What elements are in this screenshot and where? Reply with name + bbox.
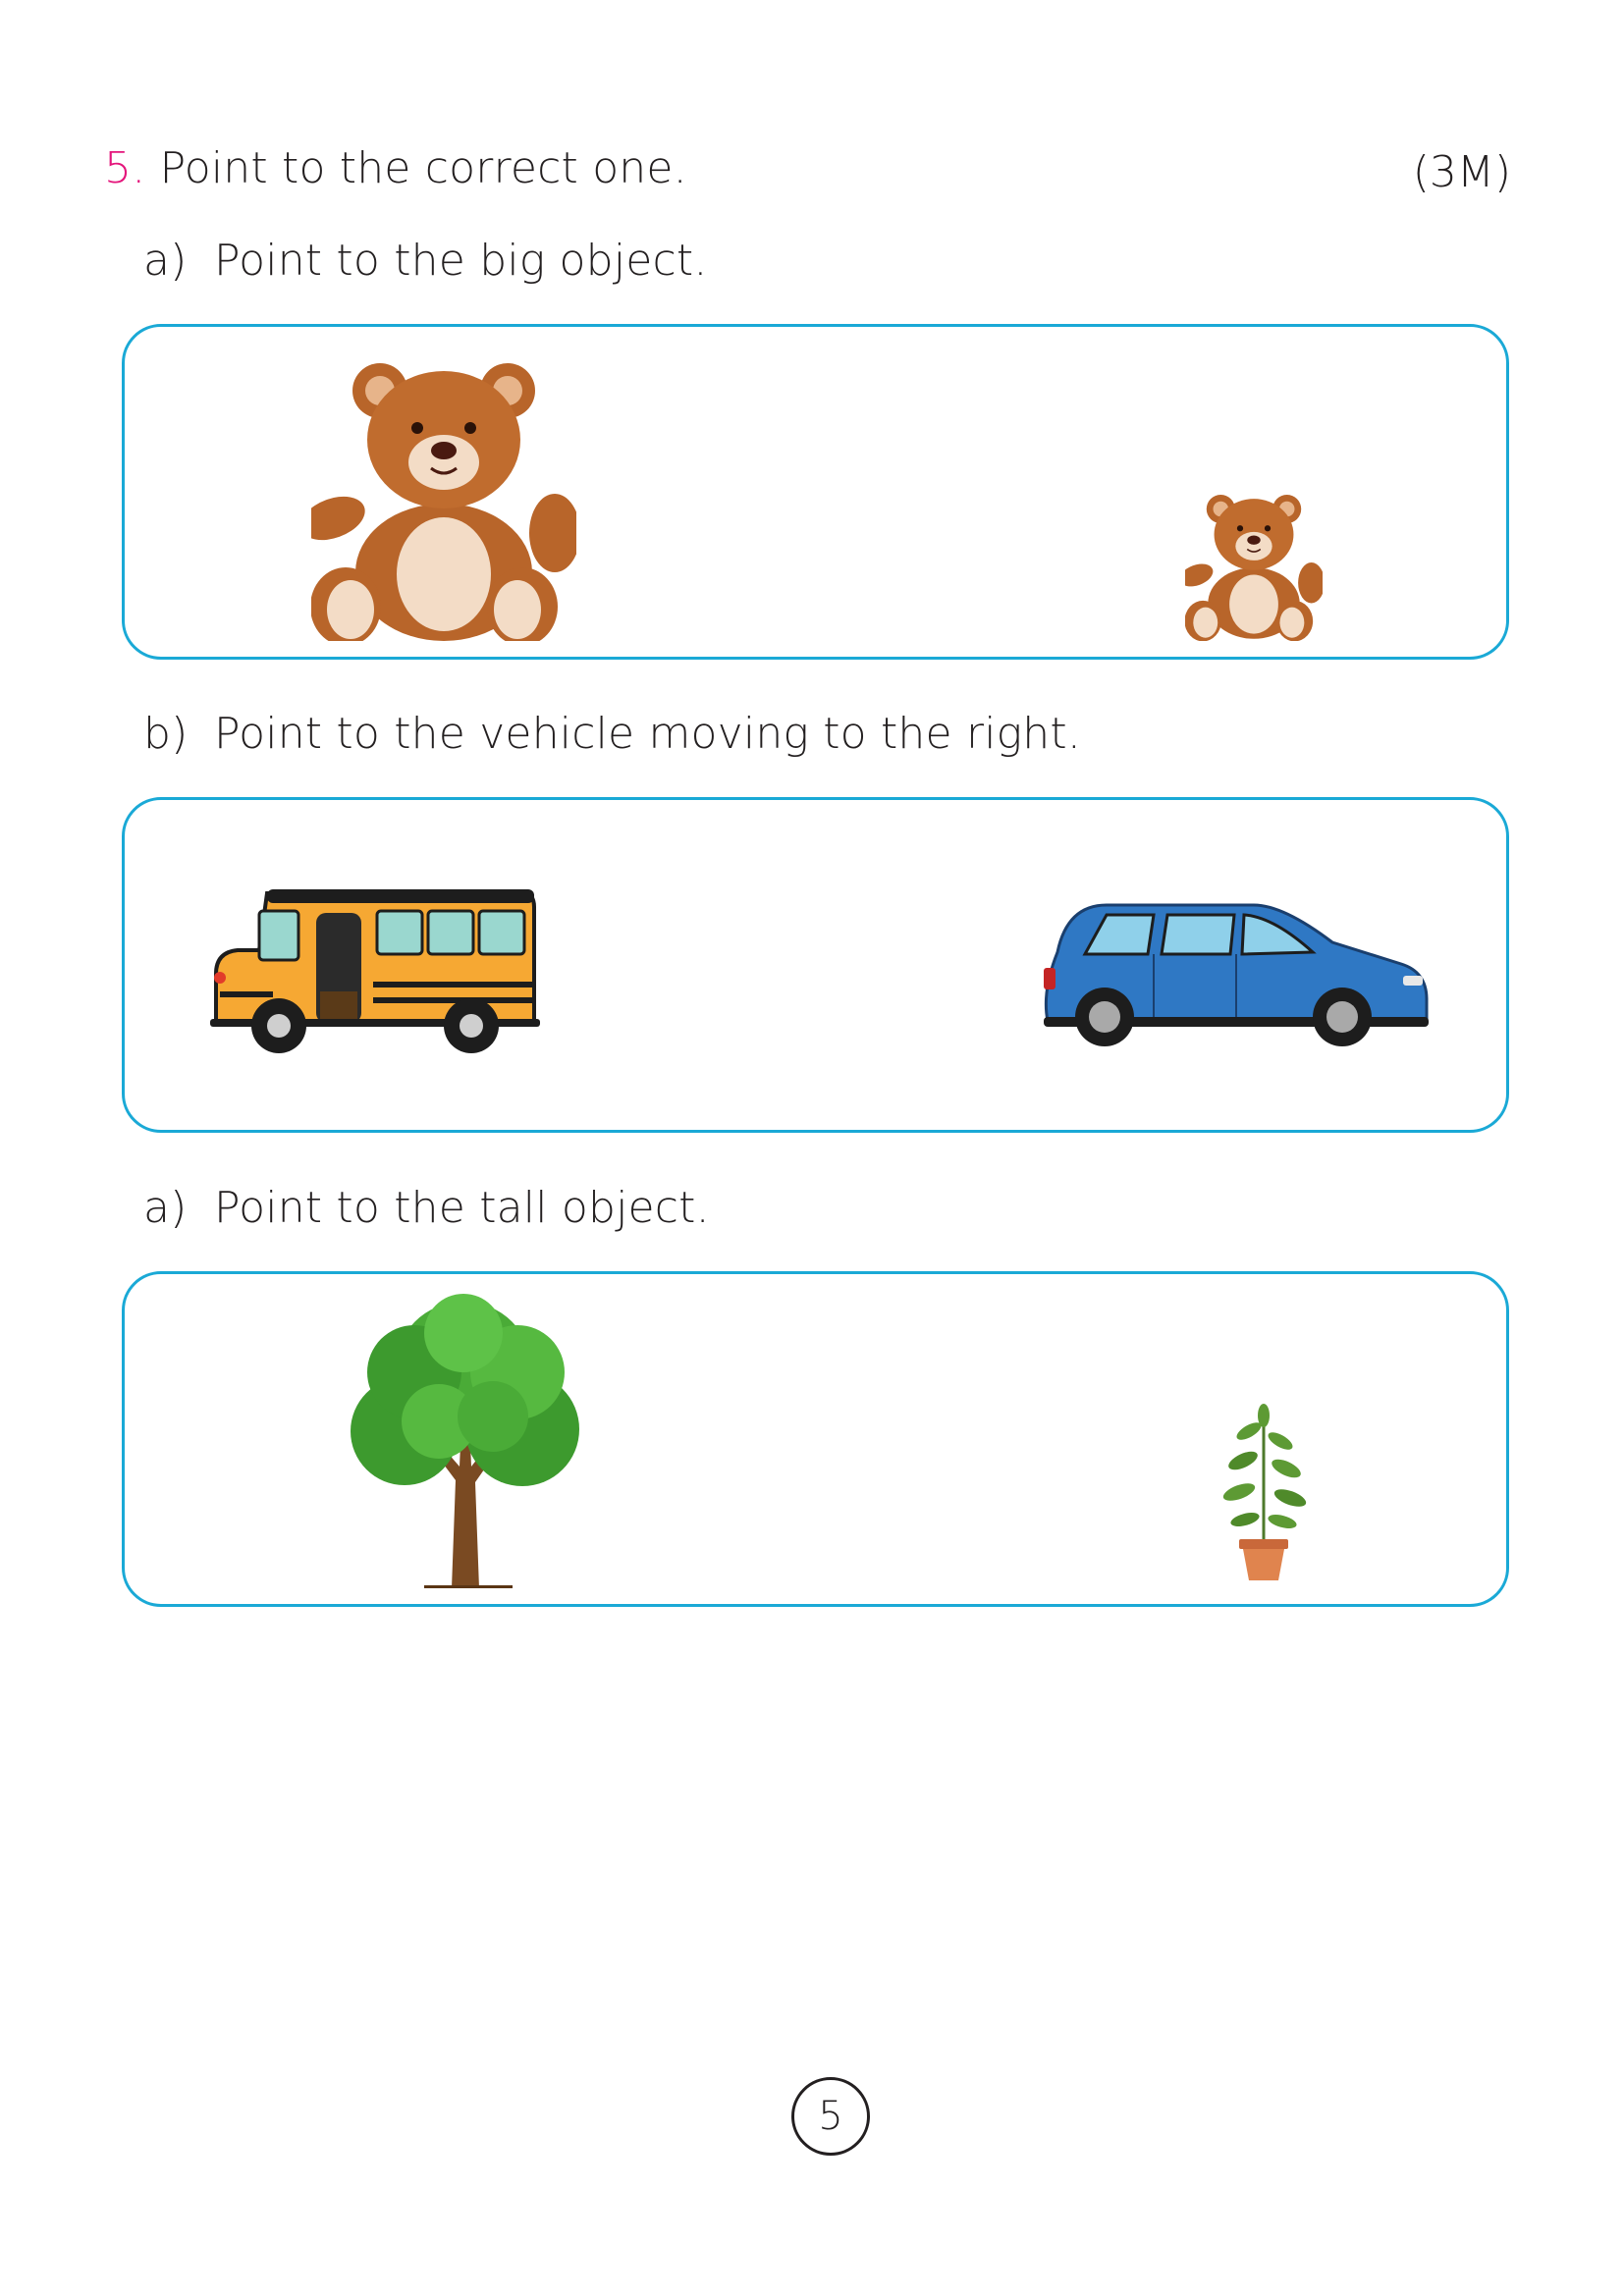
answer-box-direction xyxy=(122,797,1509,1133)
big-teddy-bear-option[interactable] xyxy=(311,347,576,641)
blue-car-option[interactable] xyxy=(1038,893,1431,1050)
part-a-prompt: a) Point to the big object. xyxy=(143,236,708,286)
potted-plant-icon xyxy=(1222,1404,1307,1580)
tree-icon xyxy=(351,1294,579,1588)
part-prompt-text: Point to the vehicle moving to the right… xyxy=(214,709,1082,759)
question-text: Point to the correct one. xyxy=(159,143,687,193)
tree-option[interactable] xyxy=(336,1294,591,1588)
teddy-bear-icon xyxy=(311,363,576,641)
teddy-bear-icon xyxy=(1185,495,1323,641)
part-label: a) xyxy=(143,236,188,286)
part-prompt-text: Point to the big object. xyxy=(214,236,708,286)
small-teddy-bear-option[interactable] xyxy=(1185,484,1323,641)
school-bus-option[interactable] xyxy=(208,883,542,1060)
question-marks: (3M) xyxy=(1412,147,1511,197)
part-b-prompt: b) Point to the vehicle moving to the rig… xyxy=(143,709,1081,759)
question-title: 5. Point to the correct one. xyxy=(104,143,687,193)
potted-plant-option[interactable] xyxy=(1210,1402,1318,1583)
page-number: 5 xyxy=(791,2077,870,2156)
car-icon xyxy=(1044,903,1429,1046)
answer-box-size xyxy=(122,324,1509,660)
question-number: 5. xyxy=(104,143,146,193)
part-prompt-text: Point to the tall object. xyxy=(214,1183,710,1233)
answer-box-height xyxy=(122,1271,1509,1607)
part-label: b) xyxy=(143,709,189,759)
bus-icon xyxy=(210,889,540,1053)
part-c-prompt: a) Point to the tall object. xyxy=(143,1183,710,1233)
part-label: a) xyxy=(143,1183,188,1233)
